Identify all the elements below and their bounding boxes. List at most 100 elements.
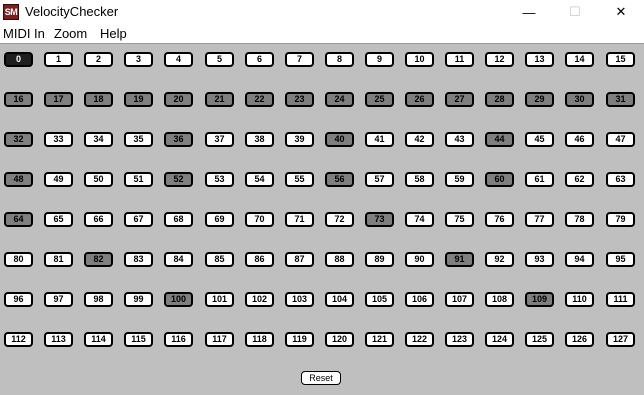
note-54[interactable]: 54 bbox=[245, 172, 274, 187]
note-25[interactable]: 25 bbox=[365, 92, 394, 107]
note-5[interactable]: 5 bbox=[205, 52, 234, 67]
note-60[interactable]: 60 bbox=[485, 172, 514, 187]
note-4[interactable]: 4 bbox=[164, 52, 193, 67]
note-120[interactable]: 120 bbox=[325, 332, 354, 347]
note-29[interactable]: 29 bbox=[525, 92, 554, 107]
note-111[interactable]: 111 bbox=[606, 292, 635, 307]
close-button[interactable]: ✕ bbox=[598, 0, 644, 24]
note-52[interactable]: 52 bbox=[164, 172, 193, 187]
note-33[interactable]: 33 bbox=[44, 132, 73, 147]
note-9[interactable]: 9 bbox=[365, 52, 394, 67]
note-0[interactable]: 0 bbox=[4, 52, 33, 67]
note-3[interactable]: 3 bbox=[124, 52, 153, 67]
note-43[interactable]: 43 bbox=[445, 132, 474, 147]
note-107[interactable]: 107 bbox=[445, 292, 474, 307]
note-40[interactable]: 40 bbox=[325, 132, 354, 147]
note-96[interactable]: 96 bbox=[4, 292, 33, 307]
note-15[interactable]: 15 bbox=[606, 52, 635, 67]
note-11[interactable]: 11 bbox=[445, 52, 474, 67]
menu-midi-in[interactable]: MIDI In bbox=[3, 26, 45, 41]
note-82[interactable]: 82 bbox=[84, 252, 113, 267]
note-72[interactable]: 72 bbox=[325, 212, 354, 227]
note-83[interactable]: 83 bbox=[124, 252, 153, 267]
note-62[interactable]: 62 bbox=[565, 172, 594, 187]
note-121[interactable]: 121 bbox=[365, 332, 394, 347]
note-90[interactable]: 90 bbox=[405, 252, 434, 267]
note-78[interactable]: 78 bbox=[565, 212, 594, 227]
note-59[interactable]: 59 bbox=[445, 172, 474, 187]
note-77[interactable]: 77 bbox=[525, 212, 554, 227]
note-97[interactable]: 97 bbox=[44, 292, 73, 307]
note-126[interactable]: 126 bbox=[565, 332, 594, 347]
note-47[interactable]: 47 bbox=[606, 132, 635, 147]
note-63[interactable]: 63 bbox=[606, 172, 635, 187]
note-36[interactable]: 36 bbox=[164, 132, 193, 147]
note-122[interactable]: 122 bbox=[405, 332, 434, 347]
note-53[interactable]: 53 bbox=[205, 172, 234, 187]
note-115[interactable]: 115 bbox=[124, 332, 153, 347]
note-1[interactable]: 1 bbox=[44, 52, 73, 67]
note-6[interactable]: 6 bbox=[245, 52, 274, 67]
note-79[interactable]: 79 bbox=[606, 212, 635, 227]
note-64[interactable]: 64 bbox=[4, 212, 33, 227]
note-95[interactable]: 95 bbox=[606, 252, 635, 267]
note-91[interactable]: 91 bbox=[445, 252, 474, 267]
note-74[interactable]: 74 bbox=[405, 212, 434, 227]
note-37[interactable]: 37 bbox=[205, 132, 234, 147]
note-61[interactable]: 61 bbox=[525, 172, 554, 187]
title-bar[interactable]: SM VelocityChecker — ☐ ✕ bbox=[0, 0, 644, 24]
note-76[interactable]: 76 bbox=[485, 212, 514, 227]
minimize-button[interactable]: — bbox=[506, 0, 552, 24]
note-41[interactable]: 41 bbox=[365, 132, 394, 147]
note-2[interactable]: 2 bbox=[84, 52, 113, 67]
note-39[interactable]: 39 bbox=[285, 132, 314, 147]
note-26[interactable]: 26 bbox=[405, 92, 434, 107]
note-102[interactable]: 102 bbox=[245, 292, 274, 307]
note-112[interactable]: 112 bbox=[4, 332, 33, 347]
note-66[interactable]: 66 bbox=[84, 212, 113, 227]
note-117[interactable]: 117 bbox=[205, 332, 234, 347]
note-32[interactable]: 32 bbox=[4, 132, 33, 147]
maximize-button[interactable]: ☐ bbox=[552, 0, 598, 24]
note-50[interactable]: 50 bbox=[84, 172, 113, 187]
note-101[interactable]: 101 bbox=[205, 292, 234, 307]
menu-zoom[interactable]: Zoom bbox=[54, 26, 87, 41]
note-109[interactable]: 109 bbox=[525, 292, 554, 307]
note-86[interactable]: 86 bbox=[245, 252, 274, 267]
note-24[interactable]: 24 bbox=[325, 92, 354, 107]
note-88[interactable]: 88 bbox=[325, 252, 354, 267]
note-108[interactable]: 108 bbox=[485, 292, 514, 307]
note-8[interactable]: 8 bbox=[325, 52, 354, 67]
note-27[interactable]: 27 bbox=[445, 92, 474, 107]
note-67[interactable]: 67 bbox=[124, 212, 153, 227]
note-93[interactable]: 93 bbox=[525, 252, 554, 267]
note-23[interactable]: 23 bbox=[285, 92, 314, 107]
note-125[interactable]: 125 bbox=[525, 332, 554, 347]
note-123[interactable]: 123 bbox=[445, 332, 474, 347]
note-116[interactable]: 116 bbox=[164, 332, 193, 347]
note-94[interactable]: 94 bbox=[565, 252, 594, 267]
menu-help[interactable]: Help bbox=[100, 26, 127, 41]
note-81[interactable]: 81 bbox=[44, 252, 73, 267]
note-127[interactable]: 127 bbox=[606, 332, 635, 347]
note-46[interactable]: 46 bbox=[565, 132, 594, 147]
note-92[interactable]: 92 bbox=[485, 252, 514, 267]
note-124[interactable]: 124 bbox=[485, 332, 514, 347]
note-31[interactable]: 31 bbox=[606, 92, 635, 107]
note-85[interactable]: 85 bbox=[205, 252, 234, 267]
note-38[interactable]: 38 bbox=[245, 132, 274, 147]
note-55[interactable]: 55 bbox=[285, 172, 314, 187]
note-113[interactable]: 113 bbox=[44, 332, 73, 347]
note-80[interactable]: 80 bbox=[4, 252, 33, 267]
note-68[interactable]: 68 bbox=[164, 212, 193, 227]
note-44[interactable]: 44 bbox=[485, 132, 514, 147]
note-14[interactable]: 14 bbox=[565, 52, 594, 67]
note-75[interactable]: 75 bbox=[445, 212, 474, 227]
note-21[interactable]: 21 bbox=[205, 92, 234, 107]
note-89[interactable]: 89 bbox=[365, 252, 394, 267]
note-65[interactable]: 65 bbox=[44, 212, 73, 227]
note-7[interactable]: 7 bbox=[285, 52, 314, 67]
note-16[interactable]: 16 bbox=[4, 92, 33, 107]
note-28[interactable]: 28 bbox=[485, 92, 514, 107]
note-100[interactable]: 100 bbox=[164, 292, 193, 307]
